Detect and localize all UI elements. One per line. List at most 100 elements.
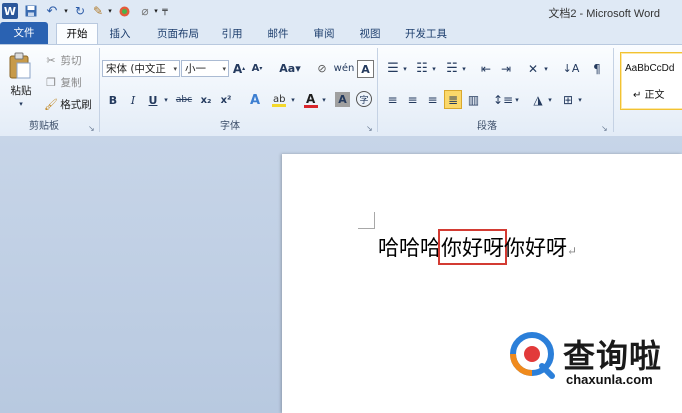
show-marks-icon[interactable]: ¶ [590,60,604,77]
eraser-dropdown-icon[interactable]: ▾ [152,3,160,19]
numbering-icon[interactable]: ☷ [414,60,430,77]
font-size-combo[interactable]: 小一 ▾ [181,60,229,77]
tab-home[interactable]: 开始 [56,23,98,44]
tab-view[interactable]: 视图 [352,24,388,44]
align-left-icon[interactable]: ≡ [385,92,400,108]
subscript-button[interactable]: x₂ [198,92,214,108]
clear-formatting-icon[interactable]: ⊘ [314,60,330,77]
font-color-icon[interactable]: A [303,91,319,109]
numbering-dropdown-icon[interactable]: ▾ [430,60,438,77]
paragraph-group-label: 段落 [477,121,497,132]
color-circle-icon[interactable] [118,3,130,19]
sort-icon[interactable]: ↓A [562,60,580,77]
text-before: 哈哈哈 [378,236,441,260]
bullets-icon[interactable]: ☰ [385,60,401,77]
save-icon[interactable] [24,3,38,19]
bullets-dropdown-icon[interactable]: ▾ [401,60,409,77]
tab-insert[interactable]: 插入 [102,24,138,44]
title-bar: W ↶ ▾ ↻ ✎ ▾ ⌀ ▾ ╤ 文档2 - Microsoft Word [0,0,682,22]
underline-dropdown-icon[interactable]: ▾ [162,92,170,108]
shading-dropdown-icon[interactable]: ▾ [546,92,554,108]
svg-text:ab: ab [273,94,285,105]
brush-dropdown-icon[interactable]: ▾ [106,3,114,19]
distributed-icon[interactable]: ▥ [466,92,481,108]
customize-brush-icon[interactable]: ✎ [90,3,106,19]
group-divider [613,48,614,132]
character-border-icon[interactable]: A [357,60,374,78]
watermark-logo-icon [510,332,555,379]
undo-icon[interactable]: ↶ [44,3,60,19]
style-normal-card[interactable]: AaBbCcDd ↵ 正文 [620,52,682,110]
customize-quick-access-icon[interactable]: ╤ [160,3,170,19]
text-after: 你好呀 [504,236,567,260]
style-normal-label: ↵ 正文 [633,90,665,101]
justify-icon[interactable]: ≣ [444,90,462,109]
paste-dropdown-icon[interactable]: ▾ [14,99,28,109]
style-preview: AaBbCcDd [625,63,675,74]
font-name-dropdown-icon[interactable]: ▾ [173,61,177,78]
scissors-icon: ✂ [46,54,56,67]
font-group-label: 字体 [220,121,240,132]
grow-font-icon[interactable]: A ▴ [232,60,246,77]
change-case-icon[interactable]: Aa▾ [279,60,301,77]
word-app-icon[interactable]: W [2,3,18,19]
tab-review[interactable]: 审阅 [306,24,342,44]
svg-text:A: A [306,92,316,106]
align-right-icon[interactable]: ≡ [425,92,440,108]
document-text-line[interactable]: 哈哈哈你好呀你好呀↵ [378,229,578,265]
copy-icon: ❐ [46,76,56,89]
borders-dropdown-icon[interactable]: ▾ [576,92,584,108]
strikethrough-button[interactable]: abc [174,92,194,108]
paragraph-launcher-icon[interactable]: ↘ [601,124,610,133]
tab-file[interactable]: 文件 [0,22,48,44]
font-name-value: 宋体 (中文正 [106,63,166,75]
paragraph-mark: ↵ [567,244,578,258]
clipboard-group-label: 剪贴板 [29,121,59,132]
shading-icon[interactable]: ◮ [530,92,546,108]
window-title: 文档2 - Microsoft Word [548,8,660,20]
ribbon-tabs: 文件 开始 插入 页面布局 引用 邮件 审阅 视图 开发工具 [0,22,682,44]
enclose-characters-icon[interactable]: 字 [356,91,372,107]
underline-button[interactable]: U [146,92,160,108]
tab-references[interactable]: 引用 [214,24,250,44]
eraser-icon[interactable]: ⌀ [138,3,152,19]
decrease-indent-icon[interactable]: ⇤ [478,60,494,77]
paste-button[interactable]: 粘贴 [6,83,36,97]
italic-button[interactable]: I [126,92,140,108]
multilevel-dropdown-icon[interactable]: ▾ [460,60,468,77]
font-size-dropdown-icon[interactable]: ▾ [222,61,226,78]
font-color-dropdown-icon[interactable]: ▾ [320,92,328,108]
format-painter-button[interactable]: 格式刷 [58,98,94,111]
highlight-dropdown-icon[interactable]: ▾ [289,92,297,108]
text-effects-icon[interactable]: A [246,91,264,109]
selected-text-highlight[interactable]: 你好呀 [438,229,507,265]
tab-page-layout[interactable]: 页面布局 [150,24,206,44]
ribbon: 粘贴 ▾ ✂ 剪切 ❐ 复制 🖌 格式刷 剪贴板 ↘ 宋体 (中文正 ▾ 小一 … [0,44,682,137]
shrink-font-icon[interactable]: A ▾ [250,60,264,77]
bold-button[interactable]: B [106,92,120,108]
format-painter-icon: 🖌 [44,98,58,111]
borders-icon[interactable]: ⊞ [560,92,576,108]
multilevel-list-icon[interactable]: ☵ [444,60,460,77]
redo-icon[interactable]: ↻ [74,3,86,19]
cut-button[interactable]: 剪切 [58,54,84,67]
line-spacing-icon[interactable]: ↕≡ [493,92,513,108]
line-spacing-dropdown-icon[interactable]: ▾ [513,92,521,108]
increase-indent-icon[interactable]: ⇥ [498,60,514,77]
align-center-icon[interactable]: ≡ [405,92,420,108]
tab-developer[interactable]: 开发工具 [398,24,454,44]
font-name-combo[interactable]: 宋体 (中文正 ▾ [102,60,180,77]
superscript-button[interactable]: x² [218,92,234,108]
phonetic-guide-icon[interactable]: wén [334,60,355,77]
clipboard-launcher-icon[interactable]: ↘ [88,124,97,133]
highlight-color-icon[interactable]: ab [270,91,288,109]
chinese-layout-dropdown-icon[interactable]: ▾ [542,60,550,77]
undo-dropdown-icon[interactable]: ▾ [62,3,70,19]
font-launcher-icon[interactable]: ↘ [366,124,375,133]
margin-corner-mark [358,212,375,229]
character-shading-icon[interactable]: A [335,92,350,107]
copy-button[interactable]: 复制 [58,76,84,89]
paste-clipboard-icon[interactable] [6,51,34,81]
tab-mailings[interactable]: 邮件 [260,24,296,44]
chinese-layout-icon[interactable]: ✕ [524,60,542,77]
